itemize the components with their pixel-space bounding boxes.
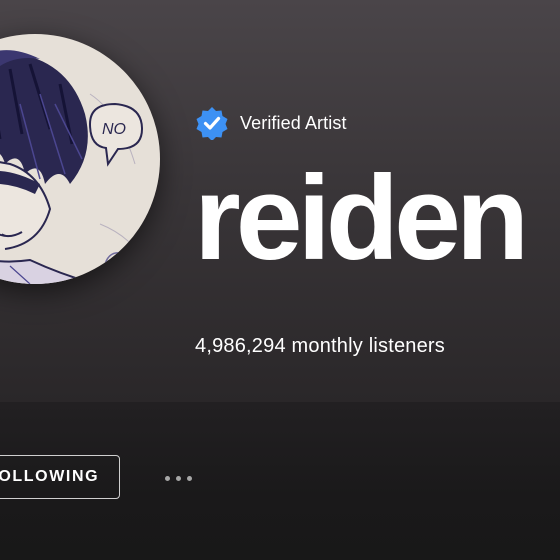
following-button[interactable]: FOLLOWING <box>0 455 120 499</box>
more-horizontal-icon-dot <box>186 475 192 481</box>
more-horizontal-icon <box>164 475 170 481</box>
avatar-speech-text: NO <box>102 121 126 138</box>
verified-artist-badge: Verified Artist <box>195 106 347 140</box>
verified-badge-icon <box>196 107 228 140</box>
artist-page: NO Verified Artist reiden 4,986,294 mont… <box>0 0 560 560</box>
more-options-button[interactable] <box>156 466 200 490</box>
artist-name: reiden <box>194 151 529 285</box>
more-horizontal-icon-dot <box>175 475 181 481</box>
monthly-listeners: 4,986,294 monthly listeners <box>195 335 445 357</box>
verified-artist-label: Verified Artist <box>240 112 347 133</box>
